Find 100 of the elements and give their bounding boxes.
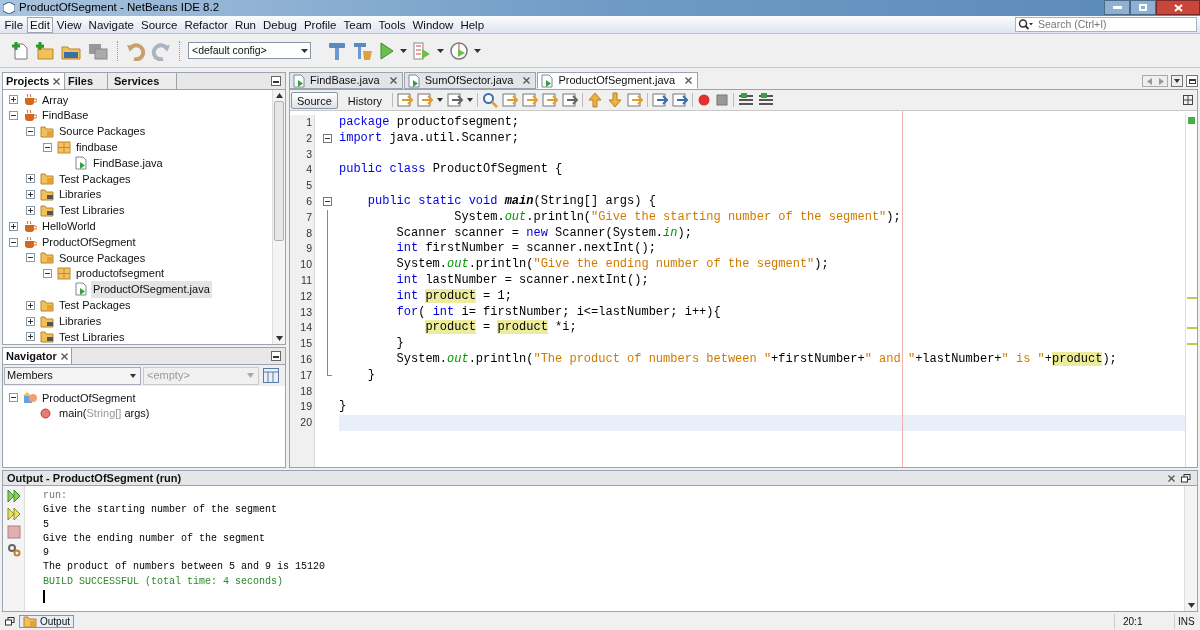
search-input[interactable]: Search (Ctrl+I) [1038, 16, 1188, 33]
caret-icon[interactable] [1174, 79, 1180, 83]
panel-tab[interactable]: Files [65, 73, 108, 89]
rerun-icon[interactable] [6, 507, 21, 521]
panel-layout-icon[interactable] [263, 368, 279, 383]
tree-item[interactable]: ProductOfSegment [40, 389, 138, 407]
arrow-icon[interactable] [587, 92, 604, 108]
settings-icon[interactable] [6, 543, 21, 557]
expand-toggle[interactable] [9, 95, 18, 105]
restore-icon[interactable] [5, 616, 15, 626]
scrollbar[interactable] [272, 90, 285, 344]
expand-toggle[interactable] [26, 190, 35, 200]
tree-item[interactable]: FindBase [40, 107, 91, 124]
menu-item[interactable]: Navigate [85, 16, 138, 33]
collapse-toggle[interactable] [9, 237, 18, 247]
caret-icon[interactable] [467, 98, 474, 102]
new-file-icon[interactable] [10, 40, 30, 61]
panel-tab[interactable]: Navigator [3, 348, 72, 364]
members-dropdown[interactable]: Members [4, 366, 141, 385]
collapse-toggle[interactable] [9, 393, 18, 403]
tree-item[interactable]: Test Packages [57, 170, 133, 188]
caret-icon[interactable] [400, 48, 407, 53]
panel-tab[interactable]: Services [108, 73, 177, 89]
tree-item[interactable]: Libraries [57, 186, 104, 203]
caret-icon[interactable] [437, 48, 444, 53]
record-icon[interactable] [697, 93, 712, 107]
collapse-toggle[interactable] [9, 111, 18, 121]
fold-toggle[interactable] [322, 134, 332, 144]
magnifier-icon[interactable] [482, 92, 499, 108]
caret-icon[interactable] [437, 98, 444, 102]
scrollbar[interactable] [1184, 486, 1197, 611]
editor-tab[interactable]: SumOfSector.java [403, 72, 537, 89]
menu-item[interactable]: Edit [26, 16, 54, 33]
close-icon[interactable] [523, 77, 531, 84]
maximize-button[interactable] [1130, 0, 1156, 15]
menu-item[interactable]: Help [456, 16, 488, 33]
menu-item[interactable]: Tools [375, 16, 409, 33]
tree-item[interactable]: Array [40, 91, 71, 109]
close-button[interactable] [1156, 0, 1200, 15]
rerun-icon[interactable] [6, 489, 21, 503]
tree-item[interactable]: ProductOfSegment.java [91, 281, 212, 298]
tree-item[interactable]: main(String[] args) [57, 405, 152, 422]
menu-item[interactable]: Team [340, 16, 376, 33]
menu-item[interactable]: Window [408, 16, 457, 33]
gauge-icon[interactable] [449, 40, 469, 61]
view-mode-tab[interactable]: Source [291, 91, 338, 109]
lines-icon[interactable] [738, 92, 755, 108]
expand-toggle[interactable] [26, 300, 35, 310]
tree-item[interactable]: Test Libraries [57, 202, 127, 219]
expand-toggle[interactable] [26, 205, 35, 215]
caret-icon[interactable] [474, 48, 481, 53]
configuration-dropdown[interactable]: <default config> [188, 42, 311, 59]
editor-tab[interactable]: FindBase.java [289, 72, 403, 89]
caret-icon[interactable] [130, 373, 136, 378]
menu-item[interactable]: Profile [300, 16, 340, 33]
close-icon[interactable] [1168, 474, 1175, 482]
tree-item[interactable]: Source Packages [57, 123, 148, 140]
menu-item[interactable]: View [53, 16, 86, 33]
scroll-down-icon[interactable] [1187, 603, 1195, 608]
expand-toggle[interactable] [26, 316, 35, 326]
view-mode-tab[interactable]: History [341, 91, 389, 109]
maximize-icon[interactable] [1186, 75, 1198, 87]
menu-item[interactable]: File [1, 16, 27, 33]
tree-item[interactable]: Test Packages [57, 297, 133, 314]
close-icon[interactable] [389, 77, 397, 84]
close-icon[interactable] [685, 77, 693, 84]
tree-item[interactable]: findbase [74, 139, 120, 156]
new-folder-icon[interactable] [35, 40, 55, 61]
collapse-toggle[interactable] [26, 253, 35, 263]
tree-item[interactable]: ProductOfSegment [40, 233, 138, 251]
fold-toggle[interactable] [322, 197, 332, 207]
search-icon[interactable] [1018, 19, 1034, 30]
collapse-toggle[interactable] [43, 269, 52, 279]
panel-tab[interactable]: Projects [3, 73, 65, 89]
menu-item[interactable]: Refactor [180, 16, 232, 33]
expand-toggle[interactable] [26, 332, 35, 342]
minimize-button[interactable] [1104, 0, 1130, 15]
close-icon[interactable] [53, 77, 61, 85]
restore-icon[interactable] [1181, 473, 1191, 483]
scroll-up-icon[interactable] [275, 93, 283, 98]
tab-list-button[interactable] [1171, 75, 1183, 87]
collapse-toggle[interactable] [26, 127, 35, 136]
hammer-broom-icon[interactable] [352, 40, 374, 61]
menu-item[interactable]: Debug [259, 16, 301, 33]
caret-icon[interactable] [301, 48, 308, 53]
tree-item[interactable]: Source Packages [57, 249, 148, 267]
expand-toggle[interactable] [26, 174, 35, 184]
output-tab[interactable]: Output [19, 614, 75, 628]
tree-item[interactable]: HelloWorld [40, 218, 98, 235]
tree-item[interactable]: Libraries [57, 312, 104, 330]
menu-item[interactable]: Source [137, 16, 181, 33]
play-icon[interactable] [379, 40, 395, 61]
search-field[interactable]: Search (Ctrl+I) [1015, 17, 1197, 32]
minimize-icon[interactable] [271, 76, 281, 86]
stop-icon[interactable] [715, 93, 730, 107]
hammer-icon[interactable] [327, 40, 347, 61]
close-icon[interactable] [60, 352, 68, 360]
arrow-icon[interactable] [607, 92, 624, 108]
scroll-down-icon[interactable] [275, 336, 283, 341]
tree-item[interactable]: FindBase.java [91, 154, 165, 172]
